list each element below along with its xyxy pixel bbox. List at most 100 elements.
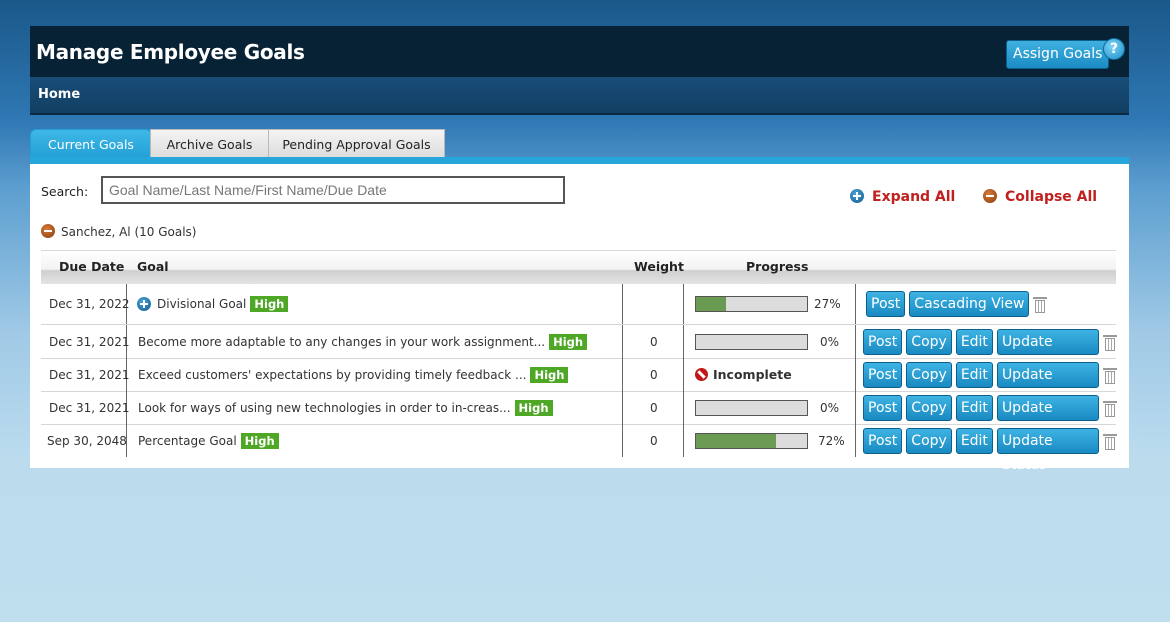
group-label: Sanchez, Al (10 Goals) bbox=[61, 225, 197, 239]
collapse-minus-icon bbox=[983, 189, 997, 203]
table-header: Due Date Goal Weight Progress bbox=[41, 250, 1116, 284]
status-cell: Incomplete bbox=[695, 358, 792, 391]
tab-archive-goals[interactable]: Archive Goals bbox=[150, 129, 269, 158]
goal-name[interactable]: Look for ways of using new technologies … bbox=[138, 401, 511, 415]
progress-cell: 0% bbox=[695, 325, 839, 358]
progress-text: 27% bbox=[814, 297, 841, 311]
trash-icon[interactable] bbox=[1033, 296, 1048, 313]
trash-icon[interactable] bbox=[1103, 367, 1117, 384]
progress-text: 0% bbox=[820, 400, 840, 415]
due-date: Sep 30, 2048 bbox=[47, 433, 127, 448]
expand-plus-icon bbox=[850, 189, 864, 203]
progress-text: 0% bbox=[820, 334, 840, 349]
collapse-all-label: Collapse All bbox=[1005, 189, 1098, 205]
goals-panel: Search: Expand All Collapse All Sanchez,… bbox=[30, 164, 1129, 473]
edit-button[interactable]: Edit bbox=[955, 427, 993, 454]
col-weight[interactable]: Weight bbox=[634, 259, 684, 274]
goal-cell: Percentage Goal High bbox=[138, 424, 279, 457]
row-actions: Post Copy Edit Update Status bbox=[863, 325, 1117, 374]
trash-icon[interactable] bbox=[1103, 334, 1117, 351]
row-actions: Post Copy Edit Update Status bbox=[863, 424, 1117, 473]
col-due-date[interactable]: Due Date bbox=[59, 259, 124, 274]
assign-goals-button[interactable]: Assign Goals bbox=[1006, 40, 1110, 69]
update-status-button[interactable]: Update Status bbox=[996, 328, 1100, 374]
trash-icon[interactable] bbox=[1103, 433, 1117, 450]
goal-tabs: Current Goals Archive Goals Pending Appr… bbox=[30, 129, 1129, 161]
collapse-all-button[interactable]: Collapse All bbox=[983, 189, 1097, 205]
priority-badge: High bbox=[549, 333, 588, 350]
table-row: Sep 30, 2048 Percentage Goal High 0 72% … bbox=[41, 424, 1117, 473]
goal-name[interactable]: Exceed customers' expectations by provid… bbox=[138, 368, 526, 382]
page-title: Manage Employee Goals bbox=[36, 40, 305, 64]
progress-cell: 0% bbox=[695, 391, 839, 424]
goal-name[interactable]: Become more adaptable to any changes in … bbox=[138, 335, 545, 349]
update-status-button[interactable]: Update Status bbox=[996, 361, 1100, 407]
post-button[interactable]: Post bbox=[863, 427, 903, 454]
progress-fill bbox=[696, 433, 776, 448]
group-collapse-icon[interactable] bbox=[41, 224, 55, 238]
copy-button[interactable]: Copy bbox=[906, 394, 952, 421]
table-row: Dec 31, 2021 Look for ways of using new … bbox=[41, 391, 1117, 440]
goal-cell: Look for ways of using new technologies … bbox=[138, 391, 553, 424]
goal-name[interactable]: Percentage Goal bbox=[138, 434, 237, 448]
goal-name[interactable]: Divisional Goal bbox=[157, 297, 246, 311]
row-actions: Post Cascading View bbox=[866, 284, 1048, 324]
nav-home-link[interactable]: Home bbox=[38, 87, 80, 102]
goal-cell: Exceed customers' expectations by provid… bbox=[138, 358, 569, 391]
expand-all-button[interactable]: Expand All bbox=[850, 189, 955, 205]
due-date: Dec 31, 2022 bbox=[49, 297, 130, 311]
priority-badge: High bbox=[530, 366, 569, 383]
due-date: Dec 31, 2021 bbox=[49, 334, 130, 349]
help-icon[interactable]: ? bbox=[1103, 38, 1125, 60]
edit-button[interactable]: Edit bbox=[955, 361, 993, 388]
progress-cell: 72% bbox=[695, 424, 845, 457]
copy-button[interactable]: Copy bbox=[906, 328, 952, 355]
copy-button[interactable]: Copy bbox=[906, 361, 952, 388]
edit-button[interactable]: Edit bbox=[955, 328, 993, 355]
edit-button[interactable]: Edit bbox=[955, 394, 993, 421]
due-date: Dec 31, 2021 bbox=[49, 400, 130, 415]
post-button[interactable]: Post bbox=[866, 291, 906, 317]
table-row: Dec 31, 2021 Become more adaptable to an… bbox=[41, 325, 1117, 374]
title-bar: Manage Employee Goals Assign Goals ? bbox=[30, 26, 1129, 77]
table-row: Dec 31, 2022 Divisional Goal High 27% Po… bbox=[41, 284, 1116, 325]
expand-goal-icon[interactable] bbox=[137, 297, 151, 311]
weight: 0 bbox=[650, 433, 658, 448]
priority-badge: High bbox=[240, 432, 279, 449]
table-row: Dec 31, 2021 Exceed customers' expectati… bbox=[41, 358, 1117, 407]
status-text: Incomplete bbox=[713, 367, 792, 382]
goal-cell: Divisional Goal High bbox=[137, 284, 289, 324]
incomplete-icon bbox=[695, 368, 708, 381]
cascading-view-button[interactable]: Cascading View bbox=[909, 291, 1030, 317]
weight: 0 bbox=[650, 400, 658, 415]
app-window: Manage Employee Goals Assign Goals ? Hom… bbox=[30, 26, 1129, 473]
copy-button[interactable]: Copy bbox=[906, 427, 952, 454]
weight: 0 bbox=[650, 334, 658, 349]
search-input[interactable] bbox=[101, 176, 565, 204]
post-button[interactable]: Post bbox=[863, 361, 903, 388]
post-button[interactable]: Post bbox=[863, 394, 903, 421]
post-button[interactable]: Post bbox=[863, 328, 903, 355]
progress-bar bbox=[695, 432, 808, 449]
priority-badge: High bbox=[250, 296, 289, 312]
weight: 0 bbox=[650, 367, 658, 382]
col-progress[interactable]: Progress bbox=[746, 259, 808, 274]
row-actions: Post Copy Edit Update Status bbox=[863, 358, 1117, 407]
progress-cell: 27% bbox=[695, 284, 841, 324]
col-goal[interactable]: Goal bbox=[137, 259, 169, 274]
goal-cell: Become more adaptable to any changes in … bbox=[138, 325, 588, 358]
employee-group-toggle[interactable]: Sanchez, Al (10 Goals) bbox=[41, 224, 196, 239]
nav-bar: Home bbox=[30, 77, 1129, 115]
expand-all-label: Expand All bbox=[872, 189, 956, 205]
progress-text: 72% bbox=[818, 433, 845, 448]
due-date: Dec 31, 2021 bbox=[49, 367, 130, 382]
update-status-button[interactable]: Update Status bbox=[996, 394, 1100, 440]
trash-icon[interactable] bbox=[1103, 400, 1117, 417]
priority-badge: High bbox=[514, 399, 553, 416]
update-status-button[interactable]: Update Status bbox=[996, 427, 1100, 473]
progress-bar bbox=[695, 399, 808, 416]
tab-pending-approval-goals[interactable]: Pending Approval Goals bbox=[268, 129, 445, 158]
progress-fill bbox=[696, 297, 726, 311]
progress-bar bbox=[695, 296, 808, 312]
search-label: Search: bbox=[41, 184, 89, 199]
